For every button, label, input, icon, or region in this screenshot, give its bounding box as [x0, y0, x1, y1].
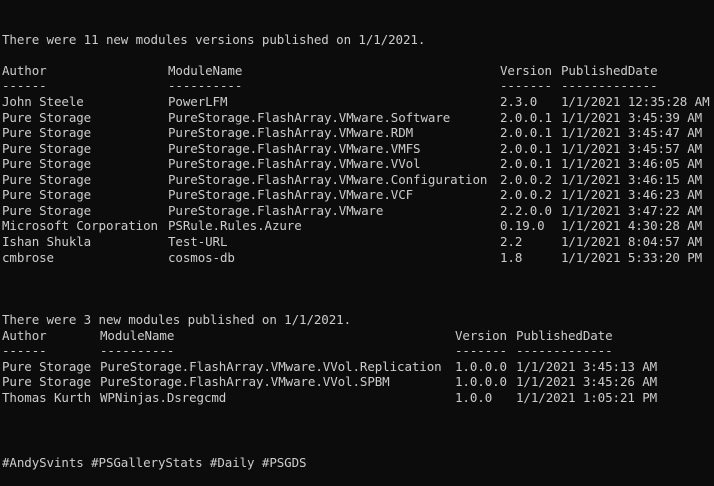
- header-modulename: ModuleName: [168, 63, 243, 78]
- table-row: Thomas Kurth WPNinjas.Dsregcmd 1.0.0 1/1…: [0, 390, 657, 406]
- section1-summary: There were 11 new modules versions publi…: [2, 32, 426, 47]
- cell-publisheddate: 1/1/2021 3:45:57 AM: [561, 141, 703, 156]
- separator: -------: [455, 343, 507, 358]
- cell-modulename: PureStorage.FlashArray.VMware.RDM: [168, 125, 414, 140]
- cell-publisheddate: 1/1/2021 1:05:21 PM: [516, 390, 658, 405]
- separator: -------: [500, 78, 552, 93]
- cell-author: Pure Storage: [2, 125, 92, 140]
- cell-author: Microsoft Corporation: [2, 218, 158, 233]
- cell-publisheddate: 1/1/2021 5:33:20 PM: [561, 250, 703, 265]
- section2-separator-row: ------ ---------- ------- -------------: [0, 343, 613, 359]
- cell-publisheddate: 1/1/2021 3:46:05 AM: [561, 156, 703, 171]
- separator: ------: [2, 343, 47, 358]
- table-row: Pure Storage PureStorage.FlashArray.VMwa…: [0, 141, 702, 157]
- table-row: Ishan Shukla Test-URL 2.2 1/1/2021 8:04:…: [0, 234, 702, 250]
- cell-author: Ishan Shukla: [2, 234, 92, 249]
- separator: -------------: [561, 78, 658, 93]
- cell-modulename: PureStorage.FlashArray.VMware.VMFS: [168, 141, 421, 156]
- table-row: Pure Storage PureStorage.FlashArray.VMwa…: [0, 172, 702, 188]
- cell-version: 1.8: [500, 250, 523, 265]
- cell-modulename: PureStorage.FlashArray.VMware: [168, 203, 384, 218]
- cell-publisheddate: 1/1/2021 3:47:22 AM: [561, 203, 703, 218]
- cell-publisheddate: 1/1/2021 12:35:28 AM: [561, 94, 710, 109]
- cell-publisheddate: 1/1/2021 8:04:57 AM: [561, 234, 703, 249]
- cell-author: Pure Storage: [2, 203, 92, 218]
- cell-author: cmbrose: [2, 250, 54, 265]
- table-row: Pure Storage PureStorage.FlashArray.VMwa…: [0, 374, 657, 390]
- cell-author: Pure Storage: [2, 359, 92, 374]
- section1-header-row: Author ModuleName Version PublishedDate: [0, 63, 658, 79]
- cell-modulename: cosmos-db: [168, 250, 235, 265]
- header-modulename: ModuleName: [100, 328, 175, 343]
- cell-publisheddate: 1/1/2021 4:30:28 AM: [561, 218, 703, 233]
- cell-modulename: PureStorage.FlashArray.VMware.VVol.SPBM: [100, 374, 390, 389]
- cell-modulename: PSRule.Rules.Azure: [168, 218, 302, 233]
- table-row: cmbrose cosmos-db 1.8 1/1/2021 5:33:20 P…: [0, 250, 702, 266]
- cell-author: Pure Storage: [2, 172, 92, 187]
- cell-version: 2.2.0.0: [500, 203, 552, 218]
- cell-author: Thomas Kurth: [2, 390, 92, 405]
- cell-version: 2.0.0.2: [500, 172, 552, 187]
- table-row: Microsoft Corporation PSRule.Rules.Azure…: [0, 218, 702, 234]
- table-row: John Steele PowerLFM 2.3.0 1/1/2021 12:3…: [0, 94, 710, 110]
- cell-version: 2.0.0.1: [500, 110, 552, 125]
- cell-modulename: Test-URL: [168, 234, 228, 249]
- cell-version: 2.0.0.1: [500, 141, 552, 156]
- header-publisheddate: PublishedDate: [516, 328, 613, 343]
- cell-version: 2.2: [500, 234, 523, 249]
- cell-publisheddate: 1/1/2021 3:46:23 AM: [561, 187, 703, 202]
- section1-separator-row: ------ ---------- ------- -------------: [0, 78, 658, 94]
- cell-author: Pure Storage: [2, 141, 92, 156]
- section2-summary: There were 3 new modules published on 1/…: [2, 312, 352, 327]
- cell-modulename: PureStorage.FlashArray.VMware.Configurat…: [168, 172, 488, 187]
- cell-publisheddate: 1/1/2021 3:45:39 AM: [561, 110, 703, 125]
- table-row: Pure Storage PureStorage.FlashArray.VMwa…: [0, 110, 702, 126]
- header-author: Author: [2, 63, 47, 78]
- separator: ----------: [100, 343, 175, 358]
- cell-version: 2.0.0.2: [500, 187, 552, 202]
- cell-version: 2.3.0: [500, 94, 538, 109]
- cell-modulename: PowerLFM: [168, 94, 228, 109]
- separator: ------: [2, 78, 47, 93]
- cell-author: Pure Storage: [2, 187, 92, 202]
- cell-publisheddate: 1/1/2021 3:46:15 AM: [561, 172, 703, 187]
- console-window: There were 11 new modules versions publi…: [0, 0, 714, 486]
- table-row: Pure Storage PureStorage.FlashArray.VMwa…: [0, 125, 702, 141]
- cell-modulename: PureStorage.FlashArray.VMware.VCF: [168, 187, 414, 202]
- table-row: Pure Storage PureStorage.FlashArray.VMwa…: [0, 156, 702, 172]
- cell-version: 2.0.0.1: [500, 125, 552, 140]
- section2-header-row: Author ModuleName Version PublishedDate: [0, 328, 613, 344]
- cell-modulename: PureStorage.FlashArray.VMware.VVol: [168, 156, 421, 171]
- cell-author: Pure Storage: [2, 156, 92, 171]
- table-row: Pure Storage PureStorage.FlashArray.VMwa…: [0, 187, 702, 203]
- header-version: Version: [500, 63, 552, 78]
- cell-version: 1.0.0.0: [455, 374, 507, 389]
- table-row: Pure Storage PureStorage.FlashArray.VMwa…: [0, 359, 657, 375]
- separator: -------------: [516, 343, 613, 358]
- header-version: Version: [455, 328, 507, 343]
- cell-publisheddate: 1/1/2021 3:45:13 AM: [516, 359, 658, 374]
- cell-publisheddate: 1/1/2021 3:45:47 AM: [561, 125, 703, 140]
- cell-author: Pure Storage: [2, 374, 92, 389]
- cell-modulename: PureStorage.FlashArray.VMware.Software: [168, 110, 451, 125]
- cell-version: 2.0.0.1: [500, 156, 552, 171]
- header-author: Author: [2, 328, 47, 343]
- footer-hashtags: #AndySvints #PSGalleryStats #Daily #PSGD…: [2, 455, 307, 470]
- separator: ----------: [168, 78, 243, 93]
- cell-author: Pure Storage: [2, 110, 92, 125]
- cell-version: 1.0.0: [455, 390, 493, 405]
- cell-modulename: WPNinjas.Dsregcmd: [100, 390, 227, 405]
- cell-modulename: PureStorage.FlashArray.VMware.VVol.Repli…: [100, 359, 442, 374]
- cell-publisheddate: 1/1/2021 3:45:26 AM: [516, 374, 658, 389]
- cell-version: 0.19.0: [500, 218, 545, 233]
- cell-version: 1.0.0.0: [455, 359, 507, 374]
- header-publisheddate: PublishedDate: [561, 63, 658, 78]
- table-row: Pure Storage PureStorage.FlashArray.VMwa…: [0, 203, 702, 219]
- cell-author: John Steele: [2, 94, 84, 109]
